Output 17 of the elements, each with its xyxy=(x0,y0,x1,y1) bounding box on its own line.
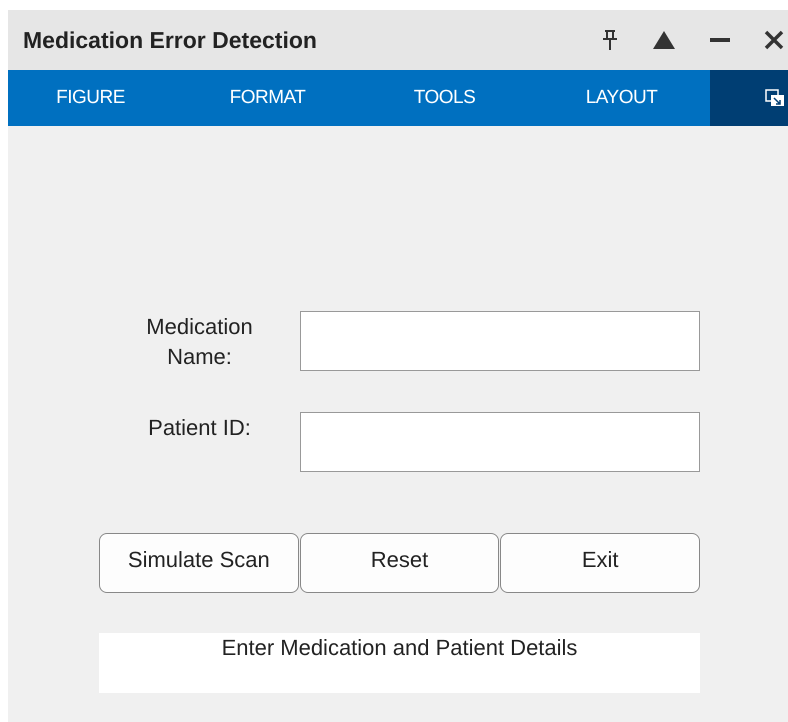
action-button[interactable]: Reset xyxy=(300,533,500,593)
toolbar-tab[interactable]: TOOLS xyxy=(356,87,533,109)
pin-icon[interactable] xyxy=(602,29,618,51)
status-message: Enter Medication and Patient Details xyxy=(99,633,700,693)
field-label: Medication Name: xyxy=(145,313,254,371)
input-field[interactable] xyxy=(300,311,700,371)
toolbar-tab[interactable]: FORMAT xyxy=(179,87,356,109)
action-button[interactable]: Exit xyxy=(500,533,700,593)
triangle-icon[interactable] xyxy=(652,30,676,50)
toolbar-tab[interactable]: LAYOUT xyxy=(533,87,710,109)
toolbar-tab[interactable]: FIGURE xyxy=(8,87,179,109)
window-title: Medication Error Detection xyxy=(23,26,317,54)
field-label: Patient ID: xyxy=(147,414,252,442)
close-icon[interactable] xyxy=(764,30,784,50)
undock-icon[interactable] xyxy=(765,89,785,107)
input-field[interactable] xyxy=(300,412,700,472)
action-button[interactable]: Simulate Scan xyxy=(99,533,299,593)
